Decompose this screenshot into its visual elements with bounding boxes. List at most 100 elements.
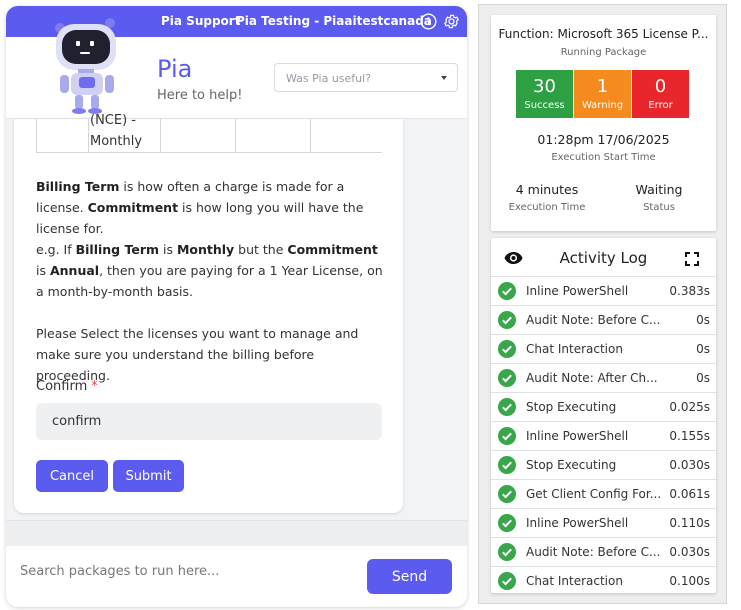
cancel-button[interactable]: Cancel <box>36 460 108 492</box>
text: is <box>159 242 177 257</box>
log-row[interactable]: Stop Executing 0.025s <box>491 393 716 422</box>
check-circle-icon <box>498 340 516 358</box>
execution-start-label: Execution Start Time <box>551 152 656 163</box>
execution-panel: Function: Microsoft 365 License P... Run… <box>478 4 727 604</box>
execution-time-value: 4 minutes <box>515 182 579 197</box>
error-count: 0 <box>654 76 667 97</box>
log-step-name: Stop Executing <box>526 400 617 414</box>
success-count-badge: 30 Success <box>516 70 573 118</box>
log-step-duration: 0.383s <box>669 284 710 298</box>
feedback-placeholder: Was Pia useful? <box>286 72 372 85</box>
function-title: Function: Microsoft 365 License P... <box>498 27 709 41</box>
required-marker: * <box>91 379 98 394</box>
confirm-input[interactable] <box>36 403 382 440</box>
assistant-tagline: Here to help! <box>157 88 243 103</box>
log-step-name: Audit Note: Before C... <box>526 545 661 559</box>
billing-term-paragraph: Billing Term is how often a charge is ma… <box>36 176 386 239</box>
warning-count: 1 <box>596 76 609 97</box>
error-label: Error <box>648 100 673 111</box>
log-step-name: Stop Executing <box>526 458 617 472</box>
log-row[interactable]: Inline PowerShell 0.155s <box>491 422 716 451</box>
log-step-name: Audit Note: After Ch... <box>526 371 658 385</box>
table-divider <box>310 119 311 153</box>
log-row[interactable]: Audit Note: After Ch... 0s <box>491 364 716 393</box>
success-label: Success <box>524 100 565 111</box>
function-subtitle: Running Package <box>560 47 647 58</box>
warning-label: Warning <box>581 100 624 111</box>
status-value: Waiting <box>635 182 683 197</box>
status-metric: Waiting Status <box>609 182 709 213</box>
bold-text: Billing Term <box>36 179 120 194</box>
log-step-duration: 0s <box>696 371 710 385</box>
bold-text: Annual <box>49 263 100 278</box>
success-count: 30 <box>533 76 556 97</box>
table-divider <box>235 119 236 153</box>
instruction-paragraph: Please Select the licenses you want to m… <box>36 326 359 383</box>
log-step-name: Get Client Config For... <box>526 487 662 501</box>
text: is <box>36 263 50 278</box>
log-row[interactable]: Audit Note: Before C... 0.030s <box>491 538 716 567</box>
check-circle-icon <box>498 514 516 532</box>
activity-log-title: Activity Log <box>559 249 648 267</box>
send-button[interactable]: Send <box>367 559 452 594</box>
log-step-duration: 0.110s <box>669 516 710 530</box>
bold-text: Commitment <box>287 242 378 257</box>
check-circle-icon <box>498 369 516 387</box>
status-label: Status <box>643 202 675 213</box>
chat-panel: Pia Support Pia Testing - Piaaitestcanad… <box>6 6 467 607</box>
tenant-link[interactable]: Pia Testing - Piaaitestcanada <box>236 14 432 28</box>
search-input[interactable] <box>20 556 350 586</box>
pia-support-link[interactable]: Pia Support <box>161 14 240 28</box>
log-row[interactable]: Inline PowerShell 0.110s <box>491 509 716 538</box>
confirm-label-text: Confirm <box>36 379 88 394</box>
check-circle-icon <box>498 456 516 474</box>
table-divider <box>160 119 161 153</box>
bold-text: Billing Term <box>75 242 160 257</box>
text: e.g. If <box>36 242 76 257</box>
log-step-duration: 0s <box>696 313 710 327</box>
chevron-down-icon <box>441 76 447 80</box>
footer-divider <box>6 520 467 546</box>
activity-log-card: Activity Log Inline PowerShell 0.383s Audi… <box>491 238 716 596</box>
table-cell: (NCE) - <box>90 113 136 128</box>
feedback-select[interactable]: Was Pia useful? <box>274 63 458 92</box>
text: but the <box>234 242 288 257</box>
execution-start-time: 01:28pm 17/06/2025 <box>537 132 670 147</box>
check-circle-icon <box>498 485 516 503</box>
check-circle-icon <box>498 427 516 445</box>
log-step-duration: 0.025s <box>669 400 710 414</box>
execution-summary-card: Function: Microsoft 365 License P... Run… <box>491 15 716 231</box>
table-divider <box>88 119 89 153</box>
activity-log-list: Inline PowerShell 0.383s Audit Note: Befor… <box>491 277 716 596</box>
check-circle-icon <box>498 543 516 561</box>
info-icon[interactable] <box>419 12 437 30</box>
log-row[interactable]: Chat Interaction 0.100s <box>491 567 716 596</box>
log-step-name: Chat Interaction <box>526 574 623 588</box>
error-count-badge: 0 Error <box>632 70 689 118</box>
log-step-duration: 0.155s <box>669 429 710 443</box>
log-row[interactable]: Stop Executing 0.030s <box>491 451 716 480</box>
check-circle-icon <box>498 282 516 300</box>
log-step-duration: 0.030s <box>669 545 710 559</box>
submit-button[interactable]: Submit <box>113 460 184 492</box>
log-step-duration: 0.100s <box>669 574 710 588</box>
activity-log-header: Activity Log <box>491 238 716 277</box>
fullscreen-icon[interactable] <box>685 251 699 270</box>
log-step-duration: 0s <box>696 342 710 356</box>
log-step-name: Audit Note: Before C... <box>526 313 661 327</box>
log-row[interactable]: Get Client Config For... 0.061s <box>491 480 716 509</box>
execution-time-label: Execution Time <box>508 202 586 213</box>
log-row[interactable]: Inline PowerShell 0.383s <box>491 277 716 306</box>
bold-text: Commitment <box>87 200 179 215</box>
log-step-name: Inline PowerShell <box>526 284 629 298</box>
pia-robot-avatar <box>46 12 132 114</box>
gear-icon[interactable] <box>442 12 460 30</box>
log-step-name: Inline PowerShell <box>526 429 629 443</box>
bold-text: Monthly <box>176 242 235 257</box>
log-step-duration: 0.030s <box>669 458 710 472</box>
check-circle-icon <box>498 398 516 416</box>
log-row[interactable]: Chat Interaction 0s <box>491 335 716 364</box>
license-table-fragment: (NCE) - Monthly <box>36 113 382 153</box>
log-step-duration: 0.061s <box>669 487 710 501</box>
log-row[interactable]: Audit Note: Before C... 0s <box>491 306 716 335</box>
